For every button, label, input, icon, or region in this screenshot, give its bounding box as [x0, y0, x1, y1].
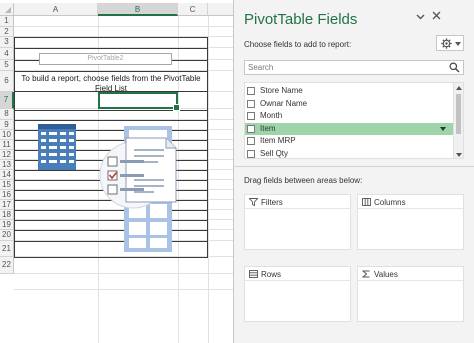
scroll-thumb[interactable] — [456, 94, 461, 134]
column-header-d[interactable] — [208, 3, 233, 16]
row-header-22[interactable]: 22 — [0, 257, 14, 274]
pivottable-title: PivotTable2 — [39, 53, 172, 65]
row-header-12[interactable]: 12 — [0, 150, 14, 160]
rows-label: Rows — [261, 270, 282, 279]
field-item-ownar-name[interactable]: Ownar Name — [245, 98, 455, 110]
row-header-4[interactable]: 4 — [0, 48, 14, 60]
field-checkbox-sell-qty[interactable] — [247, 149, 255, 158]
field-item-sell-qty[interactable]: Sell Qty — [245, 148, 455, 159]
row-header-20[interactable]: 20 — [0, 230, 14, 241]
search-box[interactable] — [244, 60, 464, 75]
field-list-scrollbar[interactable] — [453, 83, 463, 158]
pivot-border — [14, 257, 208, 258]
pivot-border — [14, 37, 15, 258]
pane-divider[interactable] — [234, 166, 474, 167]
select-all-button[interactable] — [0, 3, 14, 16]
row-header-2[interactable]: 2 — [0, 27, 14, 37]
field-checkbox-item[interactable] — [247, 124, 255, 133]
row-header-1[interactable]: 1 — [0, 16, 14, 27]
field-label-item: Item — [260, 123, 276, 133]
row-header-11[interactable]: 11 — [0, 140, 14, 150]
field-label-ownar-name: Ownar Name — [260, 98, 308, 108]
row-header-6[interactable]: 6 — [0, 71, 14, 92]
search-input[interactable] — [245, 61, 441, 74]
values-area-header: Values — [358, 267, 463, 281]
row-header-15[interactable]: 15 — [0, 180, 14, 190]
pivottable-fields-pane: PivotTable Fields Choose fields to add t… — [234, 0, 474, 343]
field-dropdown-arrow[interactable] — [440, 126, 446, 131]
field-item-store-name[interactable]: Store Name — [245, 85, 455, 97]
filters-area-header: Filters — [245, 195, 350, 209]
close-icon — [432, 11, 440, 20]
pane-options-dropdown[interactable] — [414, 11, 426, 25]
rows-area-header: Rows — [245, 267, 350, 281]
rows-icon — [249, 270, 258, 278]
gridline — [14, 289, 233, 290]
drag-fields-label: Drag fields between areas below: — [244, 176, 363, 185]
row-header-14[interactable]: 14 — [0, 170, 14, 180]
pivot-border — [14, 120, 208, 121]
gridline — [14, 273, 233, 274]
field-list-icon — [99, 137, 177, 209]
columns-icon — [362, 198, 371, 206]
choose-fields-label: Choose fields to add to report: — [244, 40, 352, 49]
field-label-sell-qty: Sell Qty — [260, 148, 289, 158]
field-label-store-name: Store Name — [260, 86, 303, 95]
field-checkbox-month[interactable] — [247, 112, 255, 120]
row-header-19[interactable]: 19 — [0, 220, 14, 230]
scroll-up-arrow[interactable] — [456, 86, 462, 90]
row-header-13[interactable]: 13 — [0, 160, 14, 170]
values-label: Values — [374, 270, 398, 279]
row-header-8[interactable]: 8 — [0, 109, 14, 120]
pivottable-instructions: To build a report, choose fields from th… — [21, 74, 201, 93]
filters-label: Filters — [261, 198, 283, 207]
worksheet-grid[interactable]: A B C 1 2 3 4 5 6 7 8 9 10 11 12 13 14 15 16 17 18 19 20 21 2… — [0, 0, 233, 343]
gear-icon — [441, 38, 452, 49]
row-header-7[interactable]: 7 — [0, 92, 14, 109]
field-checkbox-item-mrp[interactable] — [247, 137, 255, 145]
rows-area[interactable]: Rows — [244, 266, 351, 322]
pivot-border — [207, 37, 208, 258]
filter-icon — [249, 198, 258, 206]
pane-title: PivotTable Fields — [244, 11, 358, 28]
active-cell-b7[interactable] — [98, 92, 180, 111]
row-header-5[interactable]: 5 — [0, 60, 14, 71]
search-icon[interactable] — [449, 62, 460, 73]
tools-button[interactable] — [436, 35, 464, 51]
sigma-icon — [362, 270, 370, 278]
field-list[interactable]: Store Name Ownar Name Month Item Item MRP Sel… — [244, 82, 464, 159]
column-header-c[interactable]: C — [178, 3, 208, 16]
filters-area[interactable]: Filters — [244, 194, 351, 250]
row-header-10[interactable]: 10 — [0, 130, 14, 140]
column-header-a[interactable]: A — [14, 3, 98, 16]
field-label-item-mrp: Item MRP — [260, 136, 296, 145]
row-header-21[interactable]: 21 — [0, 241, 14, 257]
columns-area[interactable]: Columns — [357, 194, 464, 250]
field-item-item-mrp[interactable]: Item MRP — [245, 135, 455, 147]
pivottable-illustration — [38, 124, 177, 252]
field-checkbox-ownar-name[interactable] — [247, 99, 255, 108]
scroll-down-arrow[interactable] — [456, 153, 462, 157]
row-header-16[interactable]: 16 — [0, 190, 14, 200]
field-item-month[interactable]: Month — [245, 110, 455, 122]
columns-area-header: Columns — [358, 195, 463, 209]
field-checkbox-store-name[interactable] — [247, 87, 255, 95]
chevron-down-icon — [455, 42, 461, 46]
table-icon — [38, 124, 76, 170]
row-header-9[interactable]: 9 — [0, 120, 14, 130]
pivot-border — [14, 37, 208, 38]
field-label-month: Month — [260, 111, 283, 120]
pivot-border — [14, 71, 208, 72]
values-area[interactable]: Values — [357, 266, 464, 322]
row-header-18[interactable]: 18 — [0, 210, 14, 220]
gridline — [14, 26, 233, 27]
close-pane-button[interactable] — [430, 11, 442, 25]
chevron-down-icon — [416, 14, 424, 20]
pivot-border — [14, 48, 208, 49]
field-item-item[interactable]: Item — [245, 122, 455, 135]
row-header-3[interactable]: 3 — [0, 37, 14, 48]
row-header-17[interactable]: 17 — [0, 200, 14, 210]
column-header-b[interactable]: B — [98, 3, 178, 16]
columns-label: Columns — [374, 198, 406, 207]
